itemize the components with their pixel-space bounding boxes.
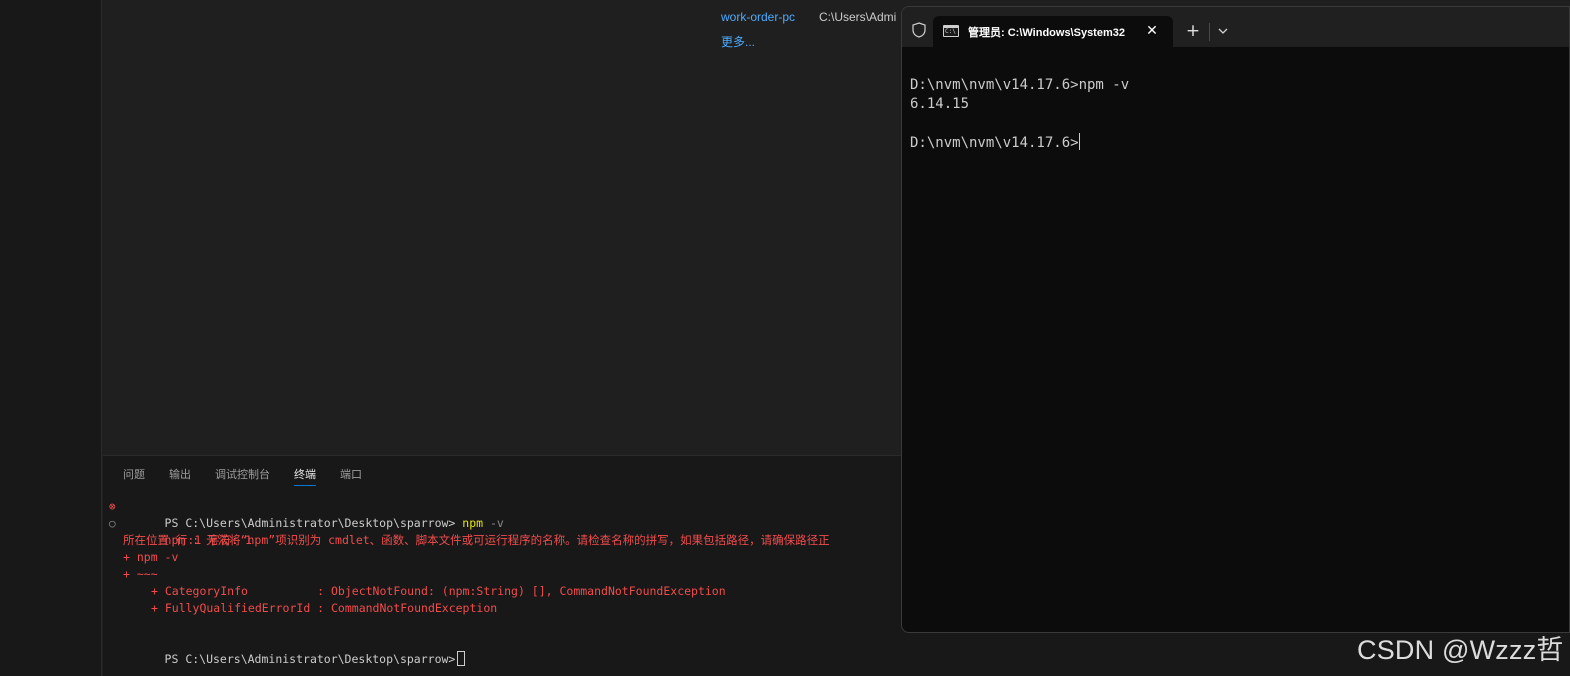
terminal-title-bar: C:\ 管理员: C:\Windows\System32 ✕ + — [902, 7, 1569, 47]
terminal-prompt-line: PS C:\Users\Administrator\Desktop\sparro… — [103, 634, 903, 666]
new-tab-plus-icon[interactable]: + — [1183, 21, 1203, 41]
recent-project-path: C:\Users\Admi — [819, 10, 897, 24]
more-recent-link[interactable]: 更多... — [721, 33, 755, 50]
terminal-line: 6.14.15 — [910, 96, 970, 112]
recent-project-link[interactable]: work-order-pc — [721, 10, 795, 24]
terminal-error-line: ○ npm : 无法将“npm”项识别为 cmdlet、函数、脚本文件或可运行程序… — [109, 515, 830, 547]
terminal-error-line: + FullyQualifiedErrorId : CommandNotFoun… — [151, 601, 498, 615]
tab-problems[interactable]: 问题 — [123, 466, 145, 486]
watermark: CSDN @Wzzz哲 — [1357, 635, 1564, 665]
terminal-error-line: 所在位置 行:1 字符: 1 — [123, 533, 252, 547]
tab-output[interactable]: 输出 — [169, 466, 191, 486]
text-caret — [1078, 133, 1080, 150]
terminal-tab[interactable]: C:\ 管理员: C:\Windows\System32 ✕ — [933, 16, 1173, 47]
tab-terminal[interactable]: 终端 — [294, 466, 316, 486]
tab-debug-console[interactable]: 调试控制台 — [215, 466, 270, 486]
terminal-command-line: ⊗ PS C:\Users\Administrator\Desktop\sparr… — [103, 498, 903, 530]
terminal-error-line: + npm -v — [123, 550, 179, 564]
terminal-prompt: PS C:\Users\Administrator\Desktop\sparro… — [164, 652, 456, 666]
chevron-down-icon[interactable] — [1215, 21, 1231, 41]
terminal-prompt: D:\nvm\nvm\v14.17.6> — [910, 135, 1079, 151]
output-decoration-icon[interactable]: ○ — [109, 515, 116, 532]
terminal-error-line: + ~~~ — [123, 567, 158, 581]
tab-ports[interactable]: 端口 — [340, 466, 362, 486]
divider — [1209, 23, 1210, 41]
panel-tab-bar: 问题 输出 调试控制台 终端 端口 — [123, 466, 386, 486]
terminal-output[interactable]: D:\nvm\nvm\v14.17.6>npm -v 6.14.15 D:\nv… — [910, 76, 1129, 152]
cmd-icon: C:\ — [943, 25, 959, 37]
error-decoration-icon[interactable]: ⊗ — [109, 498, 116, 515]
close-icon[interactable]: ✕ — [1142, 21, 1162, 41]
shield-icon — [912, 22, 926, 38]
integrated-terminal[interactable]: ⊗ PS C:\Users\Administrator\Desktop\sparr… — [103, 498, 903, 666]
terminal-error-line: + CategoryInfo : ObjectNotFound: (npm:St… — [151, 584, 726, 598]
terminal-cursor — [457, 651, 466, 666]
terminal-tab-title: 管理员: C:\Windows\System32 — [968, 27, 1125, 39]
terminal-line: D:\nvm\nvm\v14.17.6>npm -v — [910, 77, 1130, 93]
windows-terminal-window: C:\ 管理员: C:\Windows\System32 ✕ + D:\nvm\… — [901, 6, 1570, 633]
activity-bar — [0, 0, 102, 676]
terminal-prompt-line: D:\nvm\nvm\v14.17.6> — [910, 133, 1129, 152]
